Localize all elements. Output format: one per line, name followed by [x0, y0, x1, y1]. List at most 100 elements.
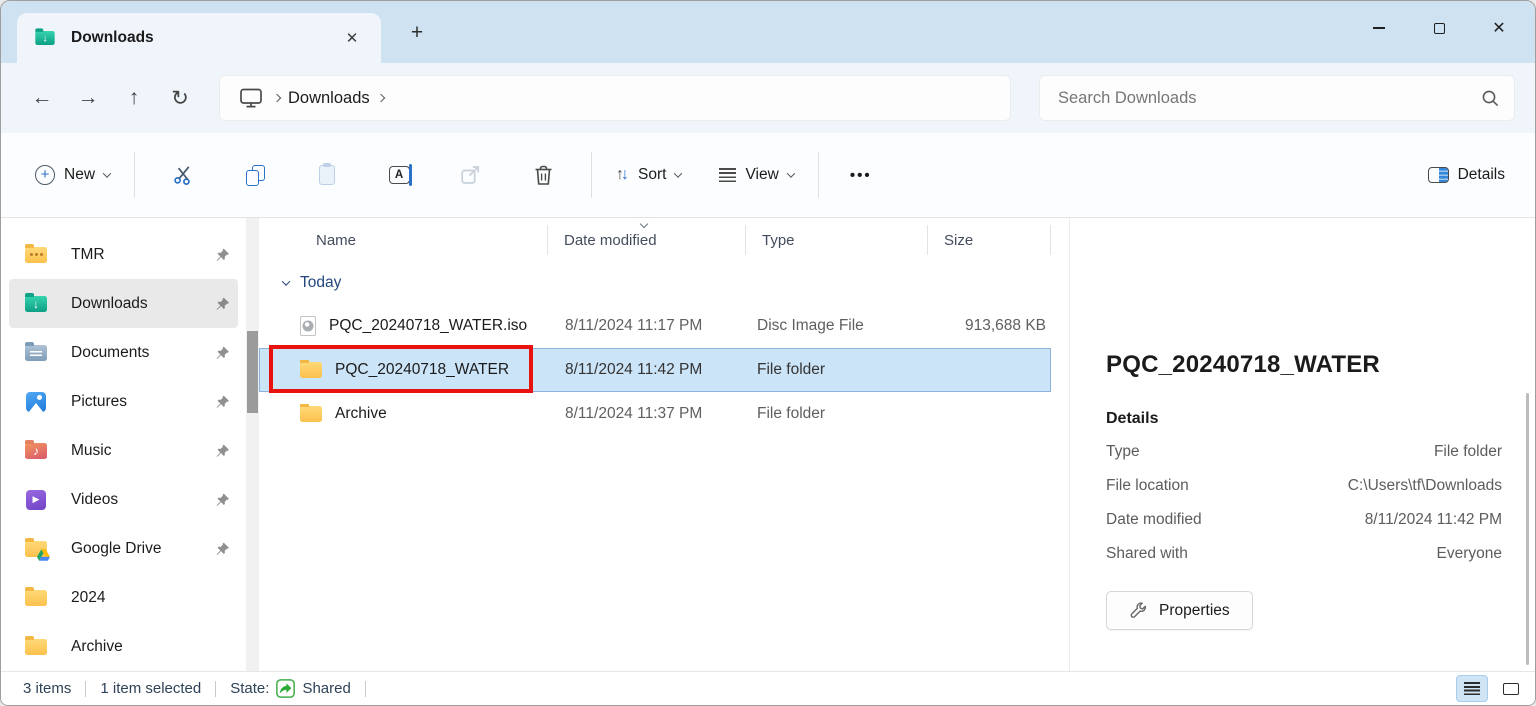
sidebar-item-downloads[interactable]: ↓ Downloads: [9, 279, 238, 328]
items-count: 3 items: [23, 680, 72, 697]
breadcrumb-separator-icon[interactable]: [376, 93, 385, 103]
disc-image-icon: [300, 316, 316, 336]
group-label: Today: [300, 274, 342, 291]
details-label: File location: [1106, 477, 1189, 494]
column-headers: Name Date modified Type Size: [259, 218, 1069, 262]
sidebar-item-2024[interactable]: 2024: [9, 573, 238, 622]
cut-button[interactable]: [155, 151, 211, 199]
sidebar-item-label: Google Drive: [71, 539, 162, 557]
file-row-iso[interactable]: PQC_20240718_WATER.iso 8/11/2024 11:17 P…: [259, 304, 1051, 348]
paste-button[interactable]: [299, 151, 355, 199]
sidebar-item-music[interactable]: ♪ Music: [9, 426, 238, 475]
sidebar-item-videos[interactable]: ▶ Videos: [9, 475, 238, 524]
file-explorer-window: ↓ Downloads ✕ + ✕ ← → ↑ ↻ Downloads Sear…: [0, 0, 1536, 706]
file-date-modified: 8/11/2024 11:37 PM: [565, 405, 703, 422]
breadcrumb[interactable]: Downloads: [219, 75, 1011, 121]
this-pc-icon[interactable]: [240, 88, 262, 108]
sidebar-scrollbar[interactable]: [246, 218, 259, 673]
state-label: State:: [230, 680, 270, 697]
status-divider: [364, 680, 366, 697]
state-indicator: State: Shared: [230, 679, 351, 698]
more-options-button[interactable]: •••: [839, 151, 883, 199]
details-label: Details: [1457, 166, 1505, 183]
rename-button[interactable]: A: [371, 151, 427, 199]
downloads-folder-icon: ↓: [24, 292, 48, 314]
pin-icon: [215, 296, 230, 311]
copy-icon: [245, 165, 265, 186]
tab-close-icon[interactable]: ✕: [339, 25, 365, 51]
view-label: View: [745, 166, 779, 183]
properties-label: Properties: [1159, 601, 1230, 619]
new-button[interactable]: + New: [23, 151, 122, 199]
rename-icon: A: [388, 163, 412, 186]
downloads-folder-icon: ↓: [34, 28, 55, 47]
new-tab-button[interactable]: +: [401, 17, 433, 49]
details-label: Type: [1106, 443, 1140, 460]
sidebar-item-documents[interactable]: Documents: [9, 328, 238, 377]
details-view-toggle-button[interactable]: [1456, 675, 1488, 702]
command-toolbar: + New A ↑ ↓ Sort View ••• Details: [1, 133, 1535, 218]
scissors-icon: [173, 166, 190, 185]
window-controls: ✕: [1349, 1, 1529, 55]
sidebar-item-label: Music: [71, 441, 112, 459]
details-pane: PQC_20240718_WATER Details Type File fol…: [1069, 218, 1535, 673]
paste-icon: [319, 165, 336, 185]
details-pane-scrollbar[interactable]: [1526, 393, 1529, 665]
file-type: File folder: [757, 361, 826, 378]
state-value: Shared: [302, 680, 351, 697]
details-value: 8/11/2024 11:42 PM: [1364, 511, 1502, 528]
close-button[interactable]: ✕: [1469, 1, 1529, 55]
minimize-button[interactable]: [1349, 1, 1409, 55]
properties-button[interactable]: Properties: [1106, 591, 1253, 630]
collapse-chevron-icon[interactable]: [281, 277, 291, 286]
column-header-date-modified[interactable]: Date modified: [548, 225, 746, 255]
download-arrow-icon: ↓: [42, 31, 48, 45]
share-button[interactable]: [443, 151, 499, 199]
column-header-size[interactable]: Size: [928, 225, 1051, 255]
column-header-name[interactable]: Name: [259, 225, 548, 255]
details-value: C:\Users\tf\Downloads: [1347, 477, 1502, 494]
sidebar-scrollbar-thumb[interactable]: [247, 331, 258, 413]
search-icon[interactable]: [1481, 89, 1500, 108]
ellipsis-icon: •••: [849, 166, 872, 184]
new-label: New: [64, 166, 96, 183]
large-thumbnails-toggle-button[interactable]: [1495, 675, 1527, 702]
sidebar-item-google-drive[interactable]: Google Drive: [9, 524, 238, 573]
pin-icon: [215, 541, 230, 556]
search-input[interactable]: [1058, 88, 1481, 108]
column-header-type[interactable]: Type: [746, 225, 928, 255]
delete-button[interactable]: [515, 151, 571, 199]
copy-button[interactable]: [227, 151, 283, 199]
view-button[interactable]: View: [707, 151, 805, 199]
folder-icon: [24, 635, 48, 657]
details-row-file-location: File location C:\Users\tf\Downloads: [1106, 476, 1502, 496]
file-name: PQC_20240718_WATER.iso: [329, 317, 528, 334]
sidebar-item-pictures[interactable]: Pictures: [9, 377, 238, 426]
maximize-button[interactable]: [1409, 1, 1469, 55]
refresh-button[interactable]: ↻: [157, 77, 203, 119]
close-icon: ✕: [1492, 20, 1506, 37]
details-pane-toggle-button[interactable]: Details: [1416, 151, 1517, 199]
chevron-down-icon: [102, 169, 112, 178]
details-label: Shared with: [1106, 545, 1188, 562]
details-row-date-modified: Date modified 8/11/2024 11:42 PM: [1106, 510, 1502, 530]
group-header-today[interactable]: Today: [259, 262, 1069, 304]
file-list: Name Date modified Type Size Today PQC_2…: [259, 218, 1069, 673]
tab-downloads[interactable]: ↓ Downloads ✕: [17, 13, 381, 63]
breadcrumb-location[interactable]: Downloads: [288, 89, 370, 108]
back-button[interactable]: ←: [19, 77, 65, 119]
breadcrumb-separator-icon: [272, 93, 282, 103]
sort-button[interactable]: ↑ ↓ Sort: [604, 151, 693, 199]
google-drive-folder-icon: [24, 537, 50, 561]
search-box[interactable]: [1039, 75, 1515, 121]
chevron-down-icon: [674, 169, 683, 178]
sidebar-item-label: TMR: [71, 245, 105, 263]
file-row-archive[interactable]: Archive 8/11/2024 11:37 PM File folder: [259, 392, 1051, 436]
file-row-selected-folder[interactable]: PQC_20240718_WATER 8/11/2024 11:42 PM Fi…: [259, 348, 1051, 392]
sidebar-item-archive[interactable]: Archive: [9, 622, 238, 671]
titlebar: ↓ Downloads ✕ + ✕: [1, 1, 1535, 63]
up-button[interactable]: ↑: [111, 77, 157, 119]
forward-button[interactable]: →: [65, 77, 111, 119]
sidebar-item-tmr[interactable]: TMR: [9, 230, 238, 279]
navigation-sidebar: TMR ↓ Downloads Documents Pictures ♪ Mus…: [1, 218, 259, 673]
